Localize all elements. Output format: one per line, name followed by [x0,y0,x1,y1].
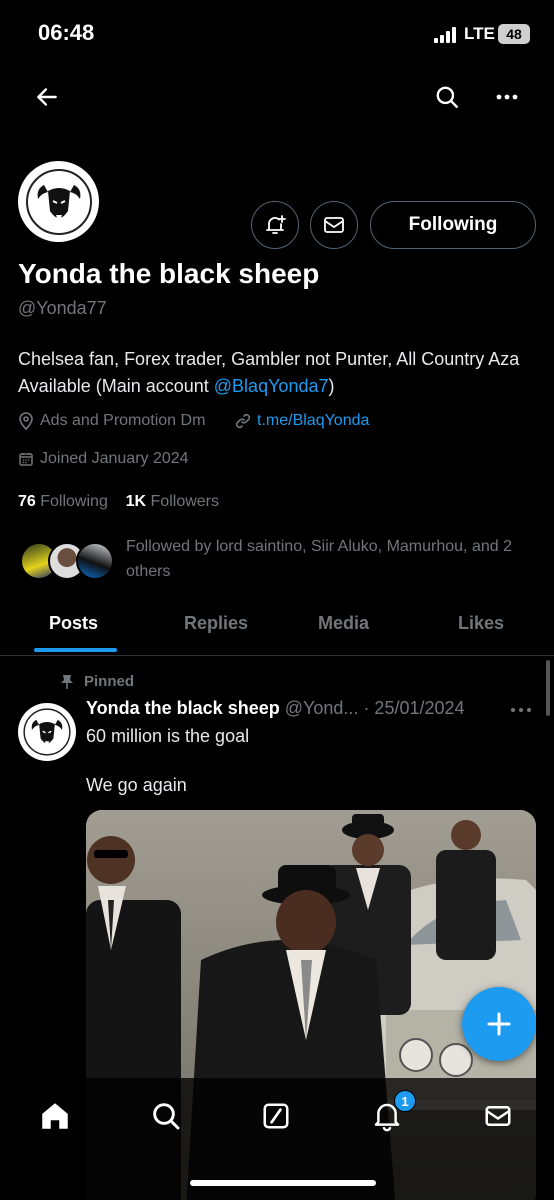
following-count: 76 [18,493,36,510]
follower-avatar [76,542,114,580]
more-options-icon[interactable] [487,77,527,117]
tab-replies[interactable]: Replies [184,613,248,634]
message-button[interactable] [310,201,358,249]
home-icon[interactable] [35,1096,75,1136]
profile-bio: Chelsea fan, Forex trader, Gambler not P… [18,346,538,400]
profile-avatar[interactable] [18,161,99,242]
signal-icon [434,27,456,43]
status-bar: 06:48 LTE 48 [0,0,554,70]
followers-label: Followers [150,493,219,510]
tab-likes[interactable]: Likes [458,613,504,634]
profile-name: Yonda the black sheep [18,258,320,289]
envelope-icon [324,217,344,233]
followed-by-text[interactable]: Followed by lord saintino, Siir Aluko, M… [126,534,536,584]
pinned-text: Pinned [84,673,135,690]
goat-logo-icon [23,708,71,756]
calendar-icon [19,453,33,466]
post-author-handle[interactable]: @Yond... [285,698,359,718]
pinned-label: Pinned [60,673,134,690]
location-row: Ads and Promotion Dm [18,412,205,430]
post-author-name[interactable]: Yonda the black sheep [86,698,280,718]
followed-by-avatars[interactable] [20,542,114,582]
website-link[interactable]: t.me/BlaqYonda [257,412,369,430]
post-author-avatar[interactable] [18,703,76,761]
following-label: Following [40,493,108,510]
following-button[interactable]: Following [370,201,536,249]
messages-icon[interactable] [478,1096,518,1136]
back-arrow-icon[interactable] [27,77,67,117]
following-count-link[interactable]: 76 Following [18,493,108,510]
bell-plus-icon [266,215,286,234]
plus-icon [487,1012,511,1036]
joined-row: Joined January 2024 [18,450,189,468]
tab-posts[interactable]: Posts [49,613,98,634]
notify-bell-button[interactable] [251,201,299,249]
follow-counts: 76 Following 1K Followers [18,493,219,511]
search-icon[interactable] [427,77,467,117]
active-tab-indicator [34,648,117,652]
post-text-line1: 60 million is the goal [86,726,250,746]
goat-logo-icon [25,168,92,235]
post-text-line2: We go again [86,775,187,795]
post-header: Yonda the black sheep @Yond... · 25/01/2… [86,698,496,719]
scrollbar[interactable] [546,660,550,716]
search-nav-icon[interactable] [146,1096,186,1136]
post-more-icon[interactable] [510,700,536,720]
tab-media[interactable]: Media [318,613,369,634]
profile-tabs: Posts Replies Media Likes [0,596,554,656]
profile-handle: @Yonda77 [18,298,107,318]
location-text: Ads and Promotion Dm [40,412,206,429]
location-pin-icon [19,412,33,430]
grok-icon[interactable] [256,1096,296,1136]
pin-icon [61,674,73,689]
joined-text: Joined January 2024 [40,450,189,467]
website-row[interactable]: t.me/BlaqYonda [235,412,369,430]
followers-count: 1K [125,493,147,510]
status-time: 06:48 [38,20,95,45]
battery-indicator: 48 [498,24,530,44]
notification-badge: 1 [394,1090,416,1112]
home-indicator [190,1180,376,1186]
bio-mention-link[interactable]: @BlaqYonda7 [214,376,329,396]
compose-button[interactable] [462,987,536,1061]
post-date: · 25/01/2024 [363,698,465,718]
followers-count-link[interactable]: 1K Followers [126,493,219,510]
link-icon [235,413,251,429]
network-label: LTE [464,24,495,43]
bio-end: ) [328,376,335,396]
